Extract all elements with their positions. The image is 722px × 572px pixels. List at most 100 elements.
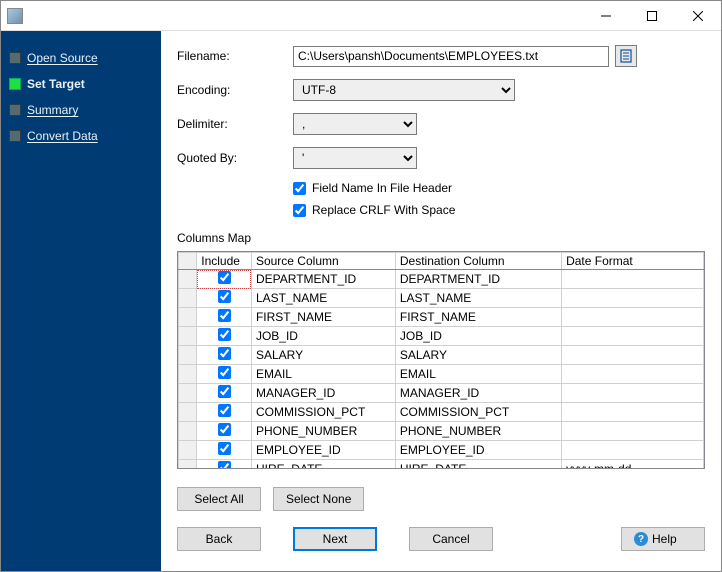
row-handle[interactable] <box>179 308 197 327</box>
date-format-cell[interactable] <box>562 403 704 422</box>
source-cell[interactable]: JOB_ID <box>251 327 395 346</box>
table-row[interactable]: PHONE_NUMBERPHONE_NUMBER <box>179 422 704 441</box>
help-button[interactable]: ? Help <box>621 527 705 551</box>
filename-input[interactable] <box>293 46 609 67</box>
row-handle[interactable] <box>179 327 197 346</box>
date-format-cell[interactable] <box>562 270 704 289</box>
cancel-button[interactable]: Cancel <box>409 527 493 551</box>
encoding-select[interactable]: UTF-8 <box>293 79 515 101</box>
table-row[interactable]: EMPLOYEE_IDEMPLOYEE_ID <box>179 441 704 460</box>
include-cell[interactable] <box>197 460 252 470</box>
include-cell[interactable] <box>197 289 252 308</box>
field-name-header-checkbox[interactable] <box>293 182 306 195</box>
include-cell[interactable] <box>197 441 252 460</box>
date-format-cell[interactable]: yyyy-mm-dd <box>562 460 704 470</box>
source-cell[interactable]: FIRST_NAME <box>251 308 395 327</box>
destination-cell[interactable]: EMPLOYEE_ID <box>395 441 561 460</box>
include-checkbox[interactable] <box>218 328 231 341</box>
date-format-header[interactable]: Date Format <box>562 253 704 270</box>
table-row[interactable]: COMMISSION_PCTCOMMISSION_PCT <box>179 403 704 422</box>
quoted-by-select[interactable]: ' <box>293 147 417 169</box>
destination-cell[interactable]: HIRE_DATE <box>395 460 561 470</box>
source-cell[interactable]: SALARY <box>251 346 395 365</box>
delimiter-select[interactable]: , <box>293 113 417 135</box>
row-handle[interactable] <box>179 289 197 308</box>
row-handle[interactable] <box>179 441 197 460</box>
include-cell[interactable] <box>197 384 252 403</box>
destination-cell[interactable]: LAST_NAME <box>395 289 561 308</box>
columns-map-table[interactable]: Include Source Column Destination Column… <box>177 251 705 469</box>
include-checkbox[interactable] <box>218 461 231 469</box>
destination-column-header[interactable]: Destination Column <box>395 253 561 270</box>
include-checkbox[interactable] <box>218 385 231 398</box>
date-format-cell[interactable] <box>562 327 704 346</box>
nav-item-summary[interactable]: Summary <box>7 97 155 123</box>
row-handle[interactable] <box>179 422 197 441</box>
maximize-button[interactable] <box>629 1 675 30</box>
table-row[interactable]: FIRST_NAMEFIRST_NAME <box>179 308 704 327</box>
include-cell[interactable] <box>197 346 252 365</box>
nav-item-convert-data[interactable]: Convert Data <box>7 123 155 149</box>
row-handle[interactable] <box>179 460 197 470</box>
close-button[interactable] <box>675 1 721 30</box>
next-button[interactable]: Next <box>293 527 377 551</box>
nav-item-set-target[interactable]: Set Target <box>7 71 155 97</box>
include-checkbox[interactable] <box>218 271 231 284</box>
destination-cell[interactable]: SALARY <box>395 346 561 365</box>
include-checkbox[interactable] <box>218 404 231 417</box>
date-format-cell[interactable] <box>562 308 704 327</box>
table-row[interactable]: DEPARTMENT_IDDEPARTMENT_ID <box>179 270 704 289</box>
table-row[interactable]: EMAILEMAIL <box>179 365 704 384</box>
include-checkbox[interactable] <box>218 347 231 360</box>
date-format-cell[interactable] <box>562 441 704 460</box>
nav-item-open-source[interactable]: Open Source <box>7 45 155 71</box>
destination-cell[interactable]: DEPARTMENT_ID <box>395 270 561 289</box>
row-handle[interactable] <box>179 346 197 365</box>
browse-file-button[interactable] <box>615 45 637 67</box>
row-handle[interactable] <box>179 384 197 403</box>
row-handle[interactable] <box>179 270 197 289</box>
include-checkbox[interactable] <box>218 309 231 322</box>
destination-cell[interactable]: PHONE_NUMBER <box>395 422 561 441</box>
include-checkbox[interactable] <box>218 366 231 379</box>
source-cell[interactable]: COMMISSION_PCT <box>251 403 395 422</box>
back-button[interactable]: Back <box>177 527 261 551</box>
replace-crlf-checkbox[interactable] <box>293 204 306 217</box>
date-format-cell[interactable] <box>562 422 704 441</box>
select-all-button[interactable]: Select All <box>177 487 261 511</box>
include-cell[interactable] <box>197 270 252 289</box>
source-cell[interactable]: LAST_NAME <box>251 289 395 308</box>
table-row[interactable]: MANAGER_IDMANAGER_ID <box>179 384 704 403</box>
minimize-button[interactable] <box>583 1 629 30</box>
source-cell[interactable]: DEPARTMENT_ID <box>251 270 395 289</box>
include-header[interactable]: Include <box>197 253 252 270</box>
source-column-header[interactable]: Source Column <box>251 253 395 270</box>
source-cell[interactable]: EMPLOYEE_ID <box>251 441 395 460</box>
select-none-button[interactable]: Select None <box>273 487 364 511</box>
include-cell[interactable] <box>197 422 252 441</box>
destination-cell[interactable]: EMAIL <box>395 365 561 384</box>
date-format-cell[interactable] <box>562 365 704 384</box>
date-format-cell[interactable] <box>562 384 704 403</box>
destination-cell[interactable]: JOB_ID <box>395 327 561 346</box>
destination-cell[interactable]: FIRST_NAME <box>395 308 561 327</box>
table-row[interactable]: SALARYSALARY <box>179 346 704 365</box>
date-format-cell[interactable] <box>562 289 704 308</box>
source-cell[interactable]: MANAGER_ID <box>251 384 395 403</box>
include-checkbox[interactable] <box>218 442 231 455</box>
include-checkbox[interactable] <box>218 290 231 303</box>
source-cell[interactable]: HIRE_DATE <box>251 460 395 470</box>
destination-cell[interactable]: COMMISSION_PCT <box>395 403 561 422</box>
include-cell[interactable] <box>197 403 252 422</box>
date-format-cell[interactable] <box>562 346 704 365</box>
include-cell[interactable] <box>197 308 252 327</box>
table-row[interactable]: HIRE_DATEHIRE_DATEyyyy-mm-dd <box>179 460 704 470</box>
row-handle[interactable] <box>179 365 197 384</box>
source-cell[interactable]: PHONE_NUMBER <box>251 422 395 441</box>
include-checkbox[interactable] <box>218 423 231 436</box>
table-row[interactable]: LAST_NAMELAST_NAME <box>179 289 704 308</box>
include-cell[interactable] <box>197 365 252 384</box>
destination-cell[interactable]: MANAGER_ID <box>395 384 561 403</box>
include-cell[interactable] <box>197 327 252 346</box>
source-cell[interactable]: EMAIL <box>251 365 395 384</box>
